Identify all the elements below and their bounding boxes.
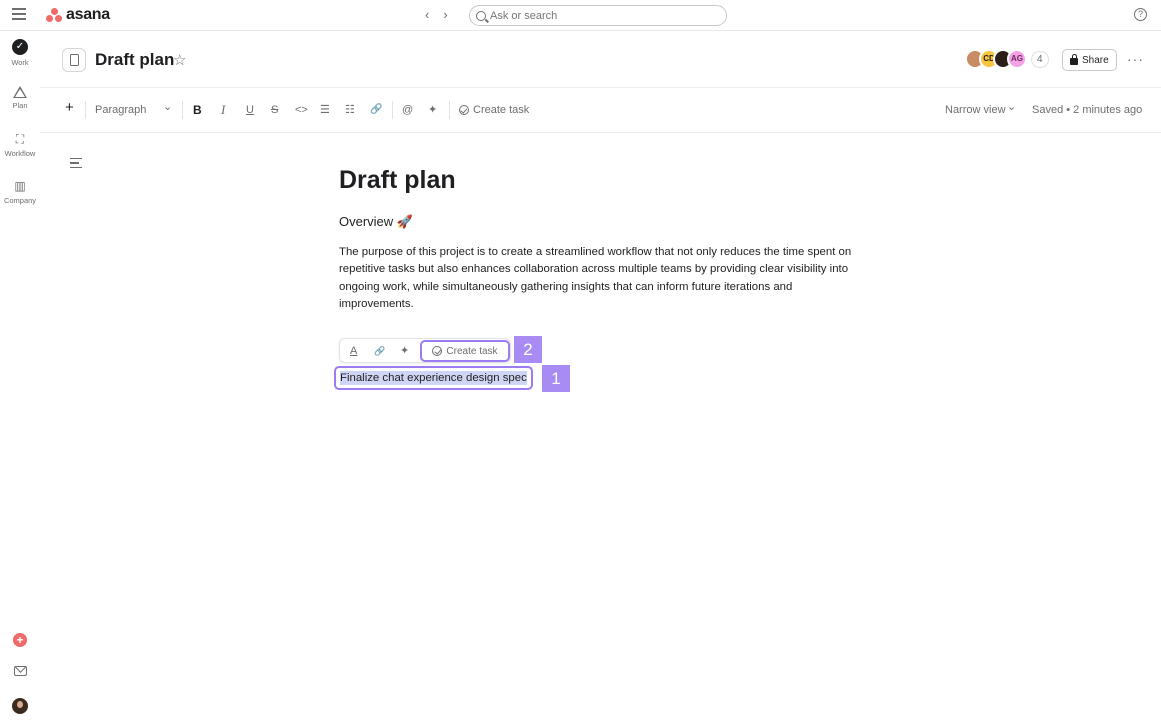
underline-button[interactable]: U <box>246 103 254 117</box>
annotation-badge-2: 2 <box>514 336 542 363</box>
rail-item-company[interactable]: ▥ Company <box>0 179 40 205</box>
bullet-list-button[interactable]: ☰ <box>320 103 330 117</box>
rail-item-work[interactable]: ✓ Work <box>0 39 40 67</box>
toolbar-divider <box>85 101 86 119</box>
triangle-icon <box>13 86 27 98</box>
toolbar-divider <box>392 101 393 119</box>
star-icon[interactable]: ☆ <box>173 51 186 69</box>
rail-profile-button[interactable] <box>0 698 40 714</box>
code-button[interactable]: <> <box>295 103 308 117</box>
asana-logo-icon <box>46 8 62 22</box>
create-task-button[interactable]: Create task <box>420 340 510 362</box>
rail-item-plan[interactable]: Plan <box>0 86 40 110</box>
document-header: Draft plan ☆ CD AG 4 Share ··· <box>40 31 1161 88</box>
avatar <box>12 698 28 714</box>
mail-icon <box>13 666 27 676</box>
toolbar-divider <box>182 101 183 119</box>
bold-button[interactable]: B <box>193 103 202 117</box>
share-label: Share <box>1082 54 1109 66</box>
numbered-list-button[interactable]: ☷ <box>345 103 355 117</box>
link-button[interactable]: 🔗 <box>370 103 382 117</box>
link-button[interactable]: 🔗 <box>374 344 385 358</box>
member-count: 4 <box>1031 50 1049 68</box>
document-type-button[interactable] <box>62 48 86 72</box>
rail-inbox-button[interactable] <box>0 666 40 676</box>
text-color-button[interactable]: A <box>350 344 357 358</box>
more-options-icon[interactable]: ··· <box>1127 51 1144 67</box>
check-circle-icon: ✓ <box>12 39 28 55</box>
rail-item-workflow[interactable]: ⛶ Workflow <box>0 132 40 158</box>
insert-block-button[interactable]: + <box>65 100 74 115</box>
plus-icon: + <box>13 633 27 647</box>
workflow-icon: ⛶ <box>15 132 25 146</box>
help-icon[interactable]: ? <box>1134 8 1147 21</box>
editor-toolbar: + Paragraph ⌄ B I U S <> ☰ ☷ 🔗 @ ✦ Creat… <box>40 88 1161 133</box>
strikethrough-button[interactable]: S <box>271 103 278 117</box>
selected-text-line[interactable]: Finalize chat experience design spec <box>334 366 533 390</box>
forward-button[interactable]: › <box>443 7 447 22</box>
create-task-label: Create task <box>446 345 498 357</box>
rail-label-workflow: Workflow <box>4 149 36 158</box>
outline-icon[interactable] <box>70 158 82 171</box>
history-nav: ‹ › <box>425 7 448 22</box>
chevron-down-icon[interactable]: ⌄ <box>163 100 172 114</box>
page-title[interactable]: Draft plan <box>339 166 456 195</box>
lock-icon <box>1070 54 1078 65</box>
member-avatars[interactable]: CD AG 4 <box>965 49 1049 69</box>
rail-add-button[interactable]: + <box>0 633 40 647</box>
block-style-select[interactable]: Paragraph <box>95 103 146 117</box>
chevron-down-icon[interactable]: ⌄ <box>1007 100 1016 114</box>
section-heading[interactable]: Overview 🚀 <box>339 214 413 230</box>
document-icon <box>70 54 79 66</box>
selected-text: Finalize chat experience design spec <box>340 371 527 385</box>
ai-sparkle-button[interactable]: ✦ <box>400 344 409 358</box>
left-rail: ✓ Work Plan ⛶ Workflow ▥ Company + <box>0 31 40 728</box>
header-title[interactable]: Draft plan <box>95 50 174 70</box>
back-button[interactable]: ‹ <box>425 7 429 22</box>
save-status: Saved • 2 minutes ago <box>1032 104 1143 116</box>
member-avatar: AG <box>1007 49 1027 69</box>
selection-toolbar: A 🔗 ✦ Create task <box>339 338 511 363</box>
create-task-toolbar-button[interactable]: Create task <box>459 103 529 117</box>
rail-label-company: Company <box>3 196 37 205</box>
italic-button[interactable]: I <box>221 103 225 117</box>
search-bar[interactable] <box>469 5 727 26</box>
mention-button[interactable]: @ <box>402 103 413 117</box>
annotation-badge-1: 1 <box>542 365 570 392</box>
asana-wordmark: asana <box>66 6 110 23</box>
top-bar: asana ‹ › ? <box>0 0 1161 31</box>
rail-label-work: Work <box>11 58 29 67</box>
share-button[interactable]: Share <box>1062 49 1117 71</box>
ai-sparkle-button[interactable]: ✦ <box>428 103 437 117</box>
search-input[interactable] <box>490 9 720 22</box>
create-task-label: Create task <box>473 104 530 116</box>
search-icon <box>476 10 486 21</box>
body-paragraph[interactable]: The purpose of this project is to create… <box>339 244 869 314</box>
asana-logo[interactable]: asana <box>46 6 110 24</box>
menu-icon[interactable] <box>12 8 26 22</box>
toolbar-divider <box>449 101 450 119</box>
building-icon: ▥ <box>14 179 26 193</box>
check-circle-icon <box>459 105 469 115</box>
check-circle-icon <box>432 346 443 356</box>
rail-label-plan: Plan <box>12 101 28 110</box>
view-mode-select[interactable]: Narrow view <box>945 103 1006 117</box>
